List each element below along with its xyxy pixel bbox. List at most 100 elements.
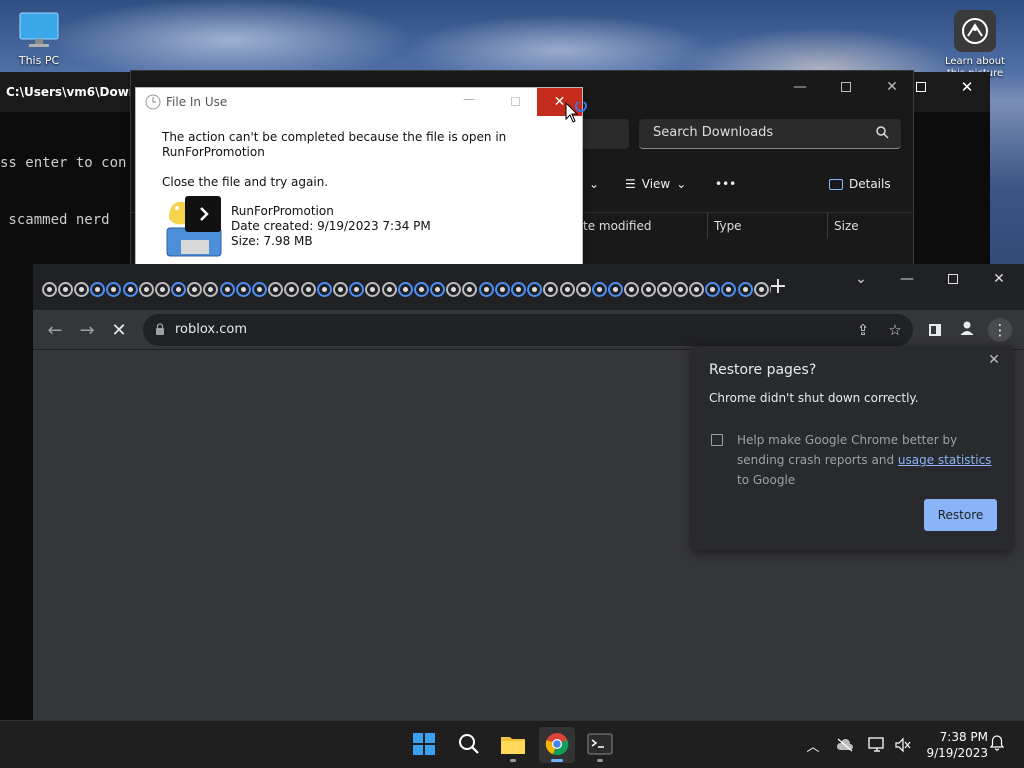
tab-favicon[interactable] [171, 282, 187, 297]
tab-favicon[interactable] [656, 282, 672, 297]
share-icon: ⇪ [856, 321, 870, 339]
tab-favicon[interactable] [187, 282, 203, 297]
tab-favicon[interactable] [154, 282, 170, 297]
clock-time: 7:38 PM [939, 730, 988, 744]
dialog-instruction: Close the file and try again. [162, 175, 329, 189]
tab-favicon[interactable] [591, 282, 607, 297]
tab-favicon[interactable] [478, 282, 494, 297]
tab-favicon[interactable] [235, 282, 251, 297]
tab-favicon[interactable] [219, 282, 235, 297]
column-header-type[interactable]: Type [707, 213, 827, 239]
tab-favicon[interactable] [494, 282, 510, 297]
restore-button[interactable]: Restore [924, 499, 997, 531]
tab-favicon[interactable] [316, 282, 332, 297]
start-button[interactable] [406, 727, 442, 763]
onedrive-icon[interactable] [835, 735, 855, 755]
chrome-close-button[interactable]: ✕ [976, 264, 1022, 294]
back-button[interactable]: ← [41, 316, 69, 344]
tab-favicon[interactable] [672, 282, 688, 297]
taskbar-terminal[interactable] [582, 727, 618, 763]
taskbar-file-explorer[interactable] [495, 727, 531, 763]
tab-favicon[interactable] [575, 282, 591, 297]
tab-favicon[interactable] [624, 282, 640, 297]
tab-favicon[interactable] [138, 282, 154, 297]
details-button[interactable]: Details [829, 177, 891, 191]
crash-report-checkbox[interactable] [711, 434, 723, 446]
tab-favicon[interactable] [365, 282, 381, 297]
notifications-button[interactable] [987, 735, 1007, 755]
tab-favicon[interactable] [41, 282, 57, 297]
view-button[interactable]: ☰ View ⌄ [625, 177, 686, 191]
chrome-maximize-button[interactable] [930, 264, 976, 294]
chrome-menu-button[interactable]: ⋮ [988, 318, 1012, 342]
taskbar-chrome[interactable] [539, 727, 575, 763]
tab-favicon[interactable] [106, 282, 122, 297]
tab-favicon[interactable] [252, 282, 268, 297]
tab-favicon[interactable] [640, 282, 656, 297]
tab-search-button[interactable]: ⌄ [838, 264, 884, 294]
profile-button[interactable] [955, 318, 979, 342]
search-input[interactable]: Search Downloads [639, 119, 901, 149]
tab-favicon[interactable] [300, 282, 316, 297]
address-bar[interactable]: roblox.com ⇪ ☆ [143, 314, 913, 346]
forward-button[interactable]: → [73, 316, 101, 344]
volume-muted-icon[interactable] [893, 735, 913, 755]
tab-favicon[interactable] [737, 282, 753, 297]
bookmark-star-button[interactable]: ☆ [885, 320, 905, 340]
search-button[interactable] [451, 727, 487, 763]
close-icon: ✕ [960, 78, 974, 96]
more-options-button[interactable]: ••• [715, 177, 736, 191]
explorer-minimize-button[interactable]: — [777, 73, 823, 101]
tab-favicon[interactable] [332, 282, 348, 297]
tab-favicon[interactable] [284, 282, 300, 297]
chrome-minimize-button[interactable]: — [884, 264, 930, 294]
tab-favicon[interactable] [543, 282, 559, 297]
restore-close-button[interactable]: ✕ [984, 350, 1004, 370]
tab-favicon[interactable] [122, 282, 138, 297]
close-icon: ✕ [553, 94, 566, 110]
tab-favicon[interactable] [689, 282, 705, 297]
tab-favicon[interactable] [397, 282, 413, 297]
tab-favicon[interactable] [73, 282, 89, 297]
desktop-icon-this-pc[interactable]: This PC [0, 10, 78, 67]
sort-dropdown-chevron[interactable]: ⌄ [589, 177, 599, 191]
column-header-date-modified[interactable]: te modified [577, 213, 707, 239]
tab-favicon[interactable] [57, 282, 73, 297]
show-hidden-icons-button[interactable]: ︿ [803, 735, 823, 755]
usage-statistics-link[interactable]: usage statistics [898, 453, 992, 467]
system-clock[interactable]: 7:38 PM 9/19/2023 [918, 729, 988, 761]
new-tab-button[interactable]: + [766, 276, 790, 300]
lock-icon[interactable] [155, 323, 165, 336]
file-in-use-dialog[interactable]: File In Use — ✕ The action can't be comp… [135, 87, 583, 265]
side-panel-button[interactable] [923, 318, 947, 342]
terminal-icon [587, 733, 613, 758]
stop-loading-button[interactable]: ✕ [105, 316, 133, 344]
tab-favicon[interactable] [349, 282, 365, 297]
tab-favicon[interactable] [90, 282, 106, 297]
star-icon: ☆ [888, 321, 902, 339]
terminal-close-button[interactable]: ✕ [944, 72, 990, 102]
dialog-maximize-button[interactable] [500, 92, 530, 112]
tab-favicon[interactable] [430, 282, 446, 297]
network-icon[interactable] [867, 735, 887, 755]
tab-favicon[interactable] [527, 282, 543, 297]
explorer-maximize-button[interactable] [823, 73, 869, 101]
clock-date: 9/19/2023 [926, 746, 988, 760]
tab-favicon[interactable] [413, 282, 429, 297]
share-button[interactable]: ⇪ [853, 320, 873, 340]
tab-favicon[interactable] [268, 282, 284, 297]
dialog-minimize-button[interactable]: — [454, 92, 484, 112]
tab-favicon[interactable] [511, 282, 527, 297]
tab-favicon[interactable] [446, 282, 462, 297]
tab-favicon[interactable] [721, 282, 737, 297]
tab-favicon[interactable] [203, 282, 219, 297]
desktop-icon-learn-about-picture[interactable]: Learn about this picture [936, 10, 1014, 80]
tab-favicon[interactable] [559, 282, 575, 297]
explorer-close-button[interactable]: ✕ [869, 73, 915, 101]
tab-favicon[interactable] [381, 282, 397, 297]
tab-strip: + ⌄ — ✕ [33, 264, 1024, 310]
column-header-size[interactable]: Size [827, 213, 907, 239]
tab-favicon[interactable] [462, 282, 478, 297]
tab-favicon[interactable] [705, 282, 721, 297]
tab-favicon[interactable] [608, 282, 624, 297]
